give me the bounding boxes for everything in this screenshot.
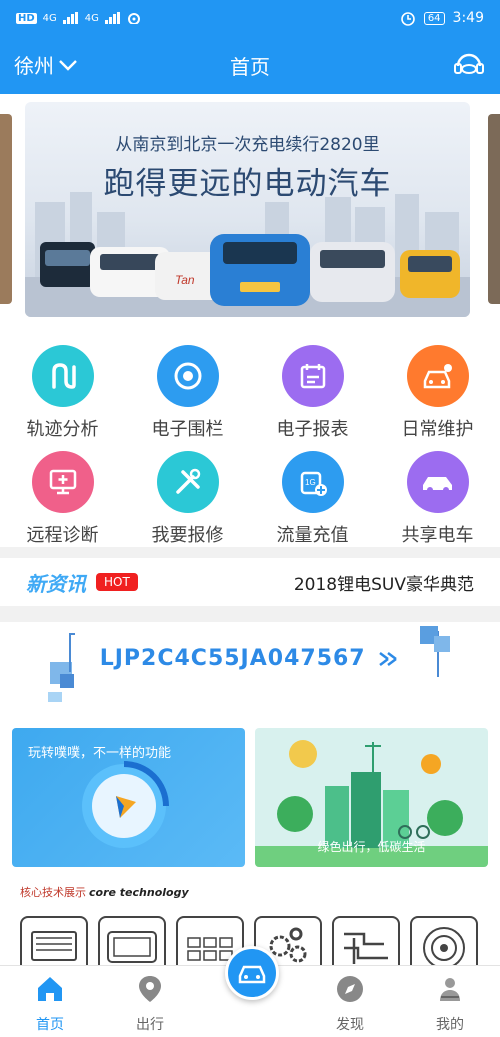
banner-carousel[interactable]: Tan 从南京到北京一次充电续行2820里 跑得更远的电动汽车: [0, 94, 500, 329]
hot-badge: HOT: [96, 573, 138, 591]
hd-indicator: HD: [16, 12, 37, 24]
profile-icon: [440, 978, 460, 1001]
core-technology-title: 核心技术展示 core technology: [20, 884, 189, 900]
home-icon: [38, 977, 62, 1001]
track-analysis-icon: [31, 345, 94, 407]
vin-decoration: [48, 626, 450, 702]
vin-section: LJP2C4C55JA047567: [0, 622, 500, 722]
monitor-icon: [31, 451, 94, 513]
vin-text: LJP2C4C55JA047567: [99, 646, 366, 671]
grid-label: 共享电车: [401, 525, 474, 546]
grid-label: 日常维护: [401, 419, 474, 440]
network-indicator-2: 4G: [84, 12, 99, 24]
compass-icon: [337, 976, 363, 1002]
signal-icon: [104, 12, 120, 24]
grid-item-maintenance[interactable]: 日常维护: [375, 345, 500, 441]
customer-service-icon[interactable]: [452, 48, 486, 82]
status-left: HD 4G 4G: [16, 12, 141, 24]
news-ticker[interactable]: 新资讯 HOT 2018锂电SUV豪华典范: [0, 558, 500, 606]
tab-travel[interactable]: 出行: [100, 974, 200, 1034]
grid-label: 轨迹分析: [26, 419, 99, 440]
grid-item-track-analysis[interactable]: 轨迹分析: [0, 345, 125, 441]
center-car-button[interactable]: [225, 946, 279, 1000]
feature-grid: 轨迹分析 电子围栏 电子报表 日常维护 远程诊断 我要报修 1G 流量充值 共享…: [0, 329, 500, 547]
grid-item-e-report[interactable]: 电子报表: [250, 345, 375, 441]
grid-label: 远程诊断: [26, 525, 99, 546]
car-maintenance-icon: [406, 345, 469, 407]
city-name: 徐州: [14, 54, 54, 78]
top-nav: 徐州 首页: [0, 36, 500, 94]
power-ring-icon: [82, 761, 169, 848]
location-pin-icon: [139, 976, 161, 1002]
tab-label: 出行: [136, 1017, 164, 1033]
tools-icon: [156, 451, 219, 513]
car-icon: [238, 965, 266, 984]
report-icon: [281, 345, 344, 407]
green-travel-caption: 绿色出行，低碳生活: [317, 840, 426, 854]
grid-item-remote-diagnosis[interactable]: 远程诊断: [0, 451, 125, 547]
tab-discover[interactable]: 发现: [300, 974, 400, 1034]
grid-item-repair[interactable]: 我要报修: [125, 451, 250, 547]
battery-level: 64: [423, 11, 445, 25]
core-title-en: core technology: [89, 886, 189, 899]
signal-icon: [62, 12, 78, 24]
alarm-icon: [401, 12, 415, 26]
core-title-cn: 核心技术展示: [20, 886, 86, 899]
grid-label: 流量充值: [276, 525, 349, 546]
status-right: 64 3:49: [400, 10, 484, 26]
vehicle-vin[interactable]: LJP2C4C55JA047567: [0, 646, 500, 671]
network-indicator-1: 4G: [42, 12, 57, 24]
banner-slide[interactable]: Tan 从南京到北京一次充电续行2820里 跑得更远的电动汽车: [25, 102, 470, 317]
wifi-icon: [127, 13, 140, 24]
tab-mine[interactable]: 我的: [400, 974, 500, 1034]
green-travel-card[interactable]: 绿色出行，低碳生活: [255, 728, 488, 867]
chevron-down-icon: [59, 59, 77, 71]
svg-text:Tan: Tan: [175, 273, 195, 287]
city-selector[interactable]: 徐州: [14, 50, 78, 79]
tab-label: 我的: [436, 1017, 464, 1033]
bottom-tab-bar: 首页 出行 发现 我的: [0, 946, 500, 1037]
grid-label: 我要报修: [151, 525, 224, 546]
shared-car-icon: [406, 451, 469, 513]
clock: 3:49: [452, 10, 484, 26]
sim-topup-icon: 1G: [281, 451, 344, 513]
grid-item-data-topup[interactable]: 1G 流量充值: [250, 451, 375, 547]
grid-item-shared-ev[interactable]: 共享电车: [375, 451, 500, 547]
news-headline[interactable]: 2018锂电SUV豪华典范: [294, 570, 474, 595]
news-heading: 新资讯: [26, 571, 86, 596]
banner-next-slide[interactable]: [488, 114, 500, 304]
tab-home[interactable]: 首页: [0, 974, 100, 1034]
banner-prev-slide[interactable]: [0, 114, 12, 304]
status-bar: HD 4G 4G 64 3:49: [0, 0, 500, 36]
features-card[interactable]: 玩转噗噗，不一样的功能: [12, 728, 245, 867]
tab-label: 发现: [336, 1017, 364, 1033]
grid-label: 电子报表: [276, 419, 349, 440]
banner-title: 跑得更远的电动汽车: [103, 166, 392, 202]
promo-cards: 玩转噗噗，不一样的功能 绿色出行，低碳生活: [0, 722, 500, 882]
arrow-right-icon: [379, 652, 398, 666]
geofence-icon: [156, 345, 219, 407]
grid-item-geofence[interactable]: 电子围栏: [125, 345, 250, 441]
tab-label: 首页: [36, 1017, 64, 1033]
svg-text:1G: 1G: [305, 478, 316, 487]
banner-subtitle: 从南京到北京一次充电续行2820里: [115, 135, 380, 155]
grid-label: 电子围栏: [151, 419, 224, 440]
